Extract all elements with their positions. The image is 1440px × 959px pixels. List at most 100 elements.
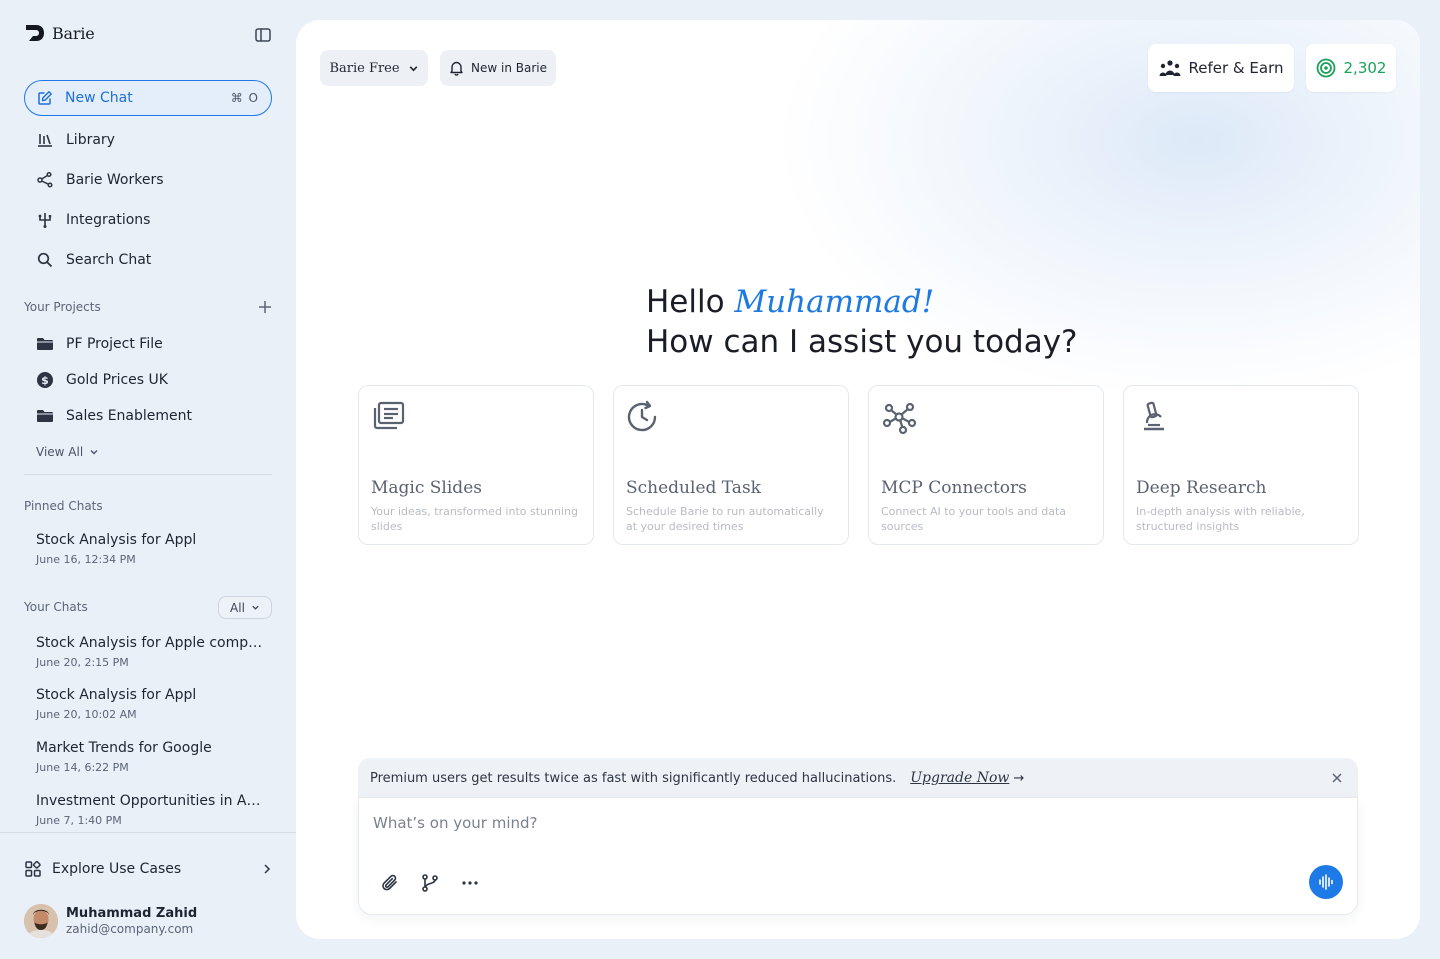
waveform-icon [1319, 874, 1333, 890]
greeting: Hello Muhammad! How can I assist you tod… [646, 282, 1078, 362]
main-panel: Barie Free New in Barie Refer & Earn 2,3… [296, 20, 1420, 939]
avatar [24, 904, 58, 938]
attach-button[interactable] [379, 872, 401, 894]
greeting-hello: Hello [646, 284, 725, 320]
close-icon[interactable] [1330, 771, 1344, 785]
chat-item[interactable]: Market Trends for Google June 14, 6:22 P… [36, 740, 266, 774]
card-description: In-depth analysis with reliable, structu… [1136, 505, 1305, 533]
schedule-icon [627, 400, 657, 432]
upgrade-now-link[interactable]: Upgrade Now [910, 770, 1009, 786]
chat-date: June 14, 6:22 PM [36, 761, 129, 774]
chat-title: Stock Analysis for Apple compre... [36, 635, 266, 651]
nav-label: Library [66, 132, 115, 148]
add-project-icon[interactable] [258, 300, 272, 314]
card-scheduled-task[interactable]: Scheduled Task Schedule Barie to run aut… [613, 385, 849, 545]
greeting-question: How can I assist you today? [646, 324, 1078, 360]
svg-text:$: $ [41, 374, 49, 387]
explore-use-cases-button[interactable]: Explore Use Cases [24, 856, 272, 882]
projects-list: PF Project File $ Gold Prices UK Sales E… [24, 326, 272, 434]
refer-earn-button[interactable]: Refer & Earn [1148, 44, 1294, 92]
more-options-button[interactable] [459, 872, 481, 894]
projects-header: Your Projects [24, 300, 272, 314]
edit-icon [38, 91, 52, 105]
banner-message: Premium users get results twice as fast … [370, 770, 897, 786]
project-label: Sales Enablement [66, 408, 193, 424]
greeting-name: Muhammad! [734, 284, 935, 320]
pinned-chat-item[interactable]: Stock Analysis for Appl June 16, 12:34 P… [36, 532, 266, 566]
coin-icon [1316, 58, 1335, 78]
pinned-title: Pinned Chats [24, 499, 103, 513]
nav-label: Search Chat [66, 252, 152, 268]
sidebar-toggle-icon[interactable] [254, 26, 272, 44]
card-magic-slides[interactable]: Magic Slides Your ideas, transformed int… [358, 385, 594, 545]
chat-date: June 20, 10:02 AM [36, 708, 137, 721]
nav-label: Integrations [66, 212, 151, 228]
chat-date: June 7, 1:40 PM [36, 814, 122, 827]
branch-button[interactable] [419, 872, 441, 894]
user-avatar-icon [24, 904, 58, 938]
pinned-header: Pinned Chats [24, 499, 272, 513]
card-description: Your ideas, transformed into stunning sl… [371, 505, 578, 533]
chat-filter-dropdown[interactable]: All [218, 596, 272, 619]
view-all-projects-button[interactable]: View All [36, 445, 99, 459]
nav-label: Barie Workers [66, 172, 164, 188]
credits-value: 2,302 [1343, 59, 1387, 77]
refer-earn-label: Refer & Earn [1188, 59, 1284, 77]
app-logo[interactable]: Barie [24, 22, 95, 44]
plan-selector-button[interactable]: Barie Free [320, 50, 428, 86]
chat-item[interactable]: Stock Analysis for Appl June 20, 10:02 A… [36, 687, 266, 721]
slides-icon [373, 401, 405, 430]
chat-title: Stock Analysis for Appl [36, 532, 197, 548]
prompt-input[interactable] [373, 814, 1273, 832]
sidebar: Barie New Chat ⌘ O Library Barie Workers… [0, 0, 296, 959]
sidebar-divider [24, 474, 272, 475]
barie-logo-icon [26, 25, 44, 41]
credits-button[interactable]: 2,302 [1306, 44, 1396, 92]
chat-title: Market Trends for Google [36, 740, 212, 756]
more-horizontal-icon [462, 881, 478, 885]
chevron-down-icon [252, 605, 259, 610]
new-chat-label: New Chat [65, 90, 133, 106]
chevron-down-icon [90, 450, 98, 455]
chat-title: Investment Opportunities in Am... [36, 793, 266, 809]
main-nav: Library Barie Workers Integrations Searc… [24, 120, 272, 280]
nav-item-integrations[interactable]: Integrations [24, 200, 272, 240]
project-label: PF Project File [66, 336, 163, 352]
card-deep-research[interactable]: Deep Research In-depth analysis with rel… [1123, 385, 1359, 545]
microscope-icon [1144, 401, 1164, 431]
project-item[interactable]: $ Gold Prices UK [24, 362, 272, 398]
branch-icon [422, 874, 438, 892]
nav-item-library[interactable]: Library [24, 120, 272, 160]
bell-icon [450, 61, 463, 76]
search-icon [37, 252, 53, 268]
card-mcp-connectors[interactable]: MCP Connectors Connect AI to your tools … [868, 385, 1104, 545]
card-title: Scheduled Task [626, 478, 761, 498]
folder-icon [37, 338, 53, 350]
nav-item-barie-workers[interactable]: Barie Workers [24, 160, 272, 200]
project-item[interactable]: Sales Enablement [24, 398, 272, 434]
chat-date: June 20, 2:15 PM [36, 656, 129, 669]
nav-item-search-chat[interactable]: Search Chat [24, 240, 272, 280]
chat-item[interactable]: Stock Analysis for Apple compre... June … [36, 635, 266, 669]
user-email: zahid@company.com [66, 922, 194, 936]
projects-title: Your Projects [24, 300, 101, 314]
whats-new-button[interactable]: New in Barie [440, 50, 556, 86]
arrow-right-icon: → [1013, 770, 1025, 786]
user-profile[interactable]: Muhammad Zahid zahid@company.com [24, 904, 197, 938]
card-description: Schedule Barie to run automatically at y… [626, 505, 824, 533]
voice-input-button[interactable] [1309, 865, 1343, 899]
chats-title: Your Chats [24, 600, 88, 614]
chat-filter-value: All [230, 600, 245, 615]
chat-title: Stock Analysis for Appl [36, 687, 197, 703]
integrations-icon [38, 213, 52, 228]
card-title: Magic Slides [371, 478, 482, 498]
new-chat-button[interactable]: New Chat ⌘ O [24, 80, 272, 116]
project-item[interactable]: PF Project File [24, 326, 272, 362]
sidebar-bottom-divider [0, 832, 296, 833]
view-all-label: View All [36, 445, 84, 459]
chevron-right-icon [264, 864, 271, 874]
card-title: Deep Research [1136, 478, 1267, 498]
chat-item[interactable]: Investment Opportunities in Am... June 7… [36, 793, 266, 827]
premium-banner: Premium users get results twice as fast … [358, 758, 1358, 798]
chat-date: June 16, 12:34 PM [36, 553, 136, 566]
